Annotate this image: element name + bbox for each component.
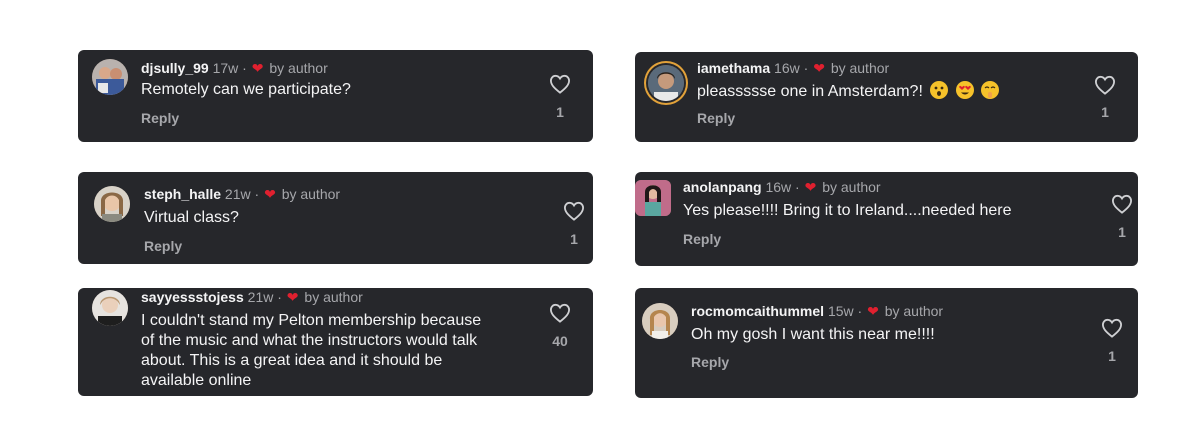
- heart-outline-icon[interactable]: [563, 201, 585, 221]
- comment-text: Virtual class?: [144, 209, 239, 226]
- like-count: 1: [570, 231, 578, 247]
- comment-text: Remotely can we participate?: [141, 81, 351, 98]
- red-heart-icon: ❤: [264, 186, 276, 202]
- reply-button[interactable]: Reply: [141, 110, 179, 126]
- heart-outline-icon[interactable]: [1111, 194, 1133, 214]
- comment-meta: anolanpang 16w · ❤ by author: [683, 179, 881, 195]
- timestamp: 16w: [765, 179, 792, 195]
- shushing-emoji: [981, 81, 1000, 99]
- comment-meta: djsully_99 17w · ❤ by author: [141, 60, 328, 76]
- avatar[interactable]: [635, 180, 671, 216]
- comment-text: pleassssse one in Amsterdam?!: [697, 81, 1000, 102]
- like-count: 1: [1101, 104, 1109, 120]
- comment-text: Yes please!!!! Bring it to Ireland....ne…: [683, 202, 1012, 219]
- heart-outline-icon[interactable]: [1094, 75, 1116, 95]
- timestamp: 21w: [247, 289, 274, 305]
- like-count: 1: [1118, 224, 1126, 240]
- red-heart-icon: ❤: [286, 289, 299, 305]
- username[interactable]: steph_halle: [144, 186, 221, 202]
- reply-button[interactable]: Reply: [144, 238, 182, 254]
- username[interactable]: rocmomcaithummel: [691, 303, 824, 319]
- timestamp: 21w: [224, 186, 251, 202]
- avatar[interactable]: [94, 186, 130, 222]
- comment-card: iamethama 16w · ❤ by author pleassssse o…: [635, 52, 1138, 142]
- username[interactable]: sayyesss​tojess: [141, 289, 244, 305]
- red-heart-icon: ❤: [804, 179, 817, 195]
- comment-text-body: pleassssse one in Amsterdam?!: [697, 83, 923, 100]
- username[interactable]: djsully_99: [141, 60, 209, 76]
- heart-outline-icon[interactable]: [549, 74, 571, 94]
- author-badge: by author: [269, 60, 328, 76]
- avatar[interactable]: [92, 290, 128, 326]
- red-heart-icon: ❤: [867, 303, 879, 319]
- like-count: 1: [556, 104, 564, 120]
- author-badge: by author: [304, 289, 363, 305]
- author-badge: by author: [884, 303, 944, 319]
- red-heart-icon: ❤: [251, 60, 264, 76]
- avatar[interactable]: [642, 303, 678, 339]
- avatar[interactable]: [648, 65, 684, 101]
- avatar[interactable]: [92, 59, 128, 95]
- comment-text-line: about. This is a great idea and it shoul…: [141, 352, 443, 369]
- username[interactable]: anolanpang: [683, 179, 762, 195]
- author-badge: by author: [822, 179, 881, 195]
- comment-meta: rocmomcaithummel 15w · ❤ by author: [691, 303, 944, 319]
- comment-text-line: I couldn't stand my Pelton membership be…: [141, 312, 482, 329]
- heart-outline-icon[interactable]: [549, 303, 571, 323]
- comment-meta: steph_halle 21w · ❤ by author: [144, 186, 341, 202]
- author-badge: by author: [281, 186, 341, 202]
- comment-text: I couldn't stand my Pelton membership be…: [141, 311, 481, 391]
- comment-meta: sayyesss​tojess 21w · ❤ by author: [141, 289, 363, 305]
- like-count: 1: [1108, 348, 1116, 364]
- reply-button[interactable]: Reply: [691, 354, 729, 370]
- username[interactable]: iamethama: [697, 60, 770, 76]
- comment-text: Oh my gosh I want this near me!!!!: [691, 326, 935, 343]
- comment-card: sayyesss​tojess 21w · ❤ by author I coul…: [78, 288, 593, 396]
- author-badge: by author: [830, 60, 890, 76]
- comment-card: steph_halle 21w · ❤ by author Virtual cl…: [78, 172, 593, 264]
- reply-button[interactable]: Reply: [697, 110, 735, 126]
- timestamp: 15w: [827, 303, 854, 319]
- like-count: 40: [552, 333, 568, 349]
- comment-card: djsully_99 17w · ❤ by author Remotely ca…: [78, 50, 593, 142]
- timestamp: 16w: [774, 60, 800, 76]
- comment-card: anolanpang 16w · ❤ by author Yes please!…: [635, 172, 1138, 266]
- heart-outline-icon[interactable]: [1101, 318, 1123, 338]
- comment-meta: iamethama 16w · ❤ by author: [697, 60, 890, 76]
- comment-card: rocmomcaithummel 15w · ❤ by author Oh my…: [635, 288, 1138, 398]
- timestamp: 17w: [212, 60, 239, 76]
- heart-eyes-emoji: [955, 81, 974, 99]
- astonished-emoji: [930, 81, 949, 99]
- comment-text-line: available online: [141, 372, 252, 389]
- reply-button[interactable]: Reply: [683, 231, 721, 247]
- comment-text-line: of the music and what the instructors wo…: [141, 332, 478, 349]
- red-heart-icon: ❤: [813, 60, 825, 76]
